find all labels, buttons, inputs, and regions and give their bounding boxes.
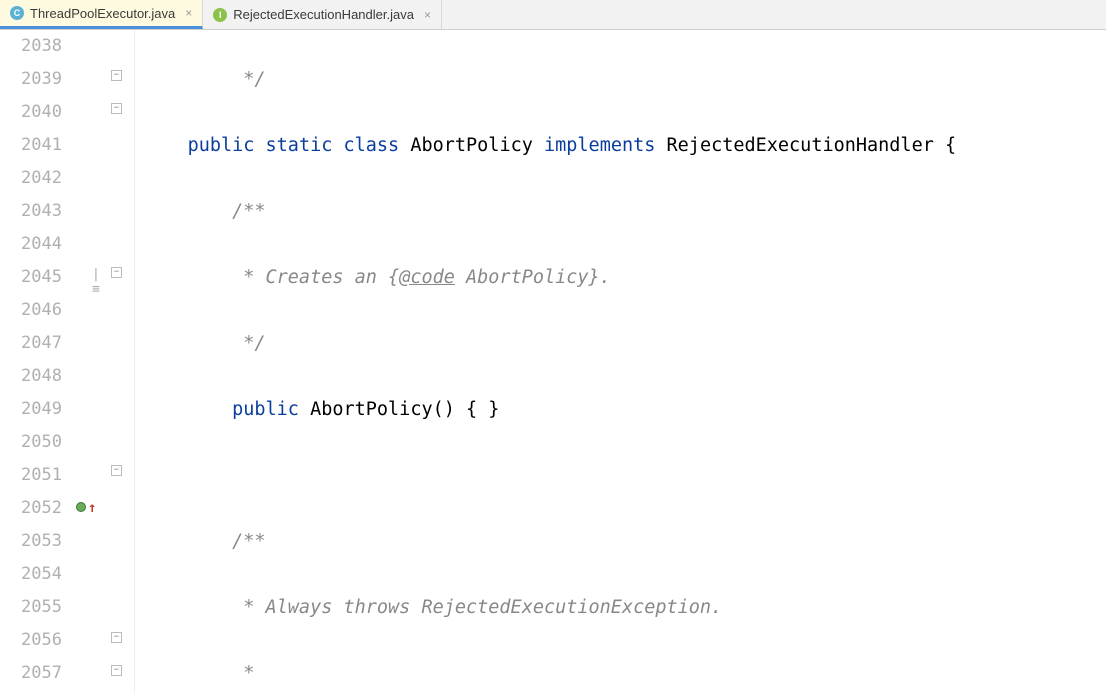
editor-tab-bar: C ThreadPoolExecutor.java × I RejectedEx… <box>0 0 1106 30</box>
class-icon: C <box>10 6 24 20</box>
code-line: /** <box>143 195 1106 228</box>
fold-handle-icon[interactable]: − <box>111 665 122 676</box>
code-line: * <box>143 657 1106 690</box>
fold-handle-icon[interactable]: − <box>111 632 122 643</box>
line-number: 2054 <box>0 558 62 591</box>
line-number: 2043 <box>0 195 62 228</box>
fold-handle-icon[interactable]: − <box>111 465 122 476</box>
fold-handle-icon[interactable]: − <box>111 103 122 114</box>
line-number: 2056 <box>0 624 62 657</box>
line-number: 2046 <box>0 294 62 327</box>
fold-gutter: − − − − − − <box>105 30 135 693</box>
code-line <box>143 459 1106 492</box>
tab-threadpoolexecutor[interactable]: C ThreadPoolExecutor.java × <box>0 0 203 29</box>
tab-rejectedexecutionhandler[interactable]: I RejectedExecutionHandler.java × <box>203 0 442 29</box>
line-number: 2045 <box>0 261 62 294</box>
line-number-gutter: 2038 2039 2040 2041 2042 2043 2044 2045 … <box>0 30 70 693</box>
interface-icon: I <box>213 8 227 22</box>
code-line: * Always throws RejectedExecutionExcepti… <box>143 591 1106 624</box>
line-number: 2057 <box>0 657 62 690</box>
line-number: 2044 <box>0 228 62 261</box>
marker-gutter: |≡ ↑ <box>70 30 105 693</box>
tab-label: RejectedExecutionHandler.java <box>233 7 414 22</box>
line-number: 2047 <box>0 327 62 360</box>
close-icon[interactable]: × <box>424 8 431 22</box>
line-number: 2042 <box>0 162 62 195</box>
code-line: */ <box>143 63 1106 96</box>
line-number: 2049 <box>0 393 62 426</box>
fold-handle-icon[interactable]: − <box>111 70 122 81</box>
code-content[interactable]: */ public static class AbortPolicy imple… <box>135 30 1106 693</box>
code-line: public static class AbortPolicy implemen… <box>143 129 1106 162</box>
code-line: /** <box>143 525 1106 558</box>
line-number: 2048 <box>0 360 62 393</box>
line-number: 2055 <box>0 591 62 624</box>
line-number: 2038 <box>0 30 62 63</box>
code-editor[interactable]: 2038 2039 2040 2041 2042 2043 2044 2045 … <box>0 30 1106 693</box>
line-number: 2051 <box>0 459 62 492</box>
close-icon[interactable]: × <box>185 6 192 20</box>
line-number: 2053 <box>0 525 62 558</box>
line-number: 2050 <box>0 426 62 459</box>
tab-label: ThreadPoolExecutor.java <box>30 6 175 21</box>
code-line: public AbortPolicy() { } <box>143 393 1106 426</box>
line-number: 2039 <box>0 63 62 96</box>
line-number: 2052 <box>0 492 62 525</box>
override-marker-icon[interactable]: ↑ <box>76 500 96 516</box>
code-line: * Creates an {@code AbortPolicy}. <box>143 261 1106 294</box>
code-line: */ <box>143 327 1106 360</box>
method-separator-icon[interactable]: |≡ <box>92 267 105 297</box>
line-number: 2040 <box>0 96 62 129</box>
line-number: 2041 <box>0 129 62 162</box>
fold-handle-icon[interactable]: − <box>111 267 122 278</box>
